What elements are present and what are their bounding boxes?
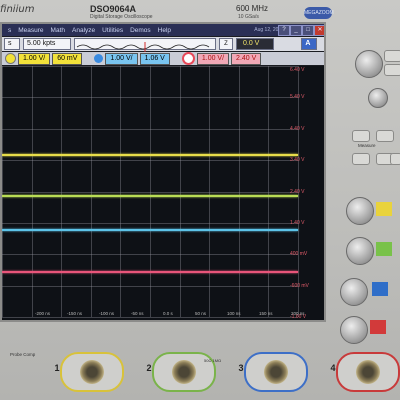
menu-measure[interactable]: Measure [18, 27, 43, 34]
model-name: DSO9064A [90, 4, 137, 14]
channel-bar: 1.00 V/ 60 mV 1.00 V/ 1.06 V 1.00 V/ 2.4… [2, 52, 324, 65]
probe-comp-label: Probe Comp [10, 352, 36, 357]
graticule-horizontal-line [2, 66, 298, 67]
sample-rate-label: 10 GSa/s [238, 14, 259, 20]
bnc-connector-icon [264, 360, 288, 384]
panel-button[interactable] [384, 50, 400, 62]
graticule-horizontal-line [2, 129, 298, 130]
waveform-trace-ch2 [2, 195, 298, 197]
acquisition-toolbar: s 5.00 kpts Z 0.0 V A [2, 37, 324, 52]
panel-button[interactable] [352, 153, 370, 165]
waveform-trace-ch4 [2, 271, 298, 273]
menu-demos[interactable]: Demos [130, 27, 151, 34]
horizontal-scale-knob[interactable] [355, 50, 383, 78]
channel-1-input[interactable] [60, 352, 124, 392]
panel-button[interactable] [352, 130, 370, 142]
scope-screen: s Measure Math Analyze Utilities Demos H… [0, 22, 326, 322]
waveform-display[interactable]: ◀ ■ ▶ 6.40 V5.40 V4.40 V3.40 V2.40 V1.40… [2, 66, 324, 320]
help-window-button[interactable]: ? [278, 25, 290, 36]
memory-depth-field[interactable]: 5.00 kpts [23, 38, 71, 50]
time-axis-label: -200 ns [35, 311, 51, 316]
voltage-axis-label: 400 mV [290, 251, 308, 257]
graticule-horizontal-line [2, 223, 298, 224]
megazoom-badge: MEGAZOOM [304, 7, 334, 19]
bnc-connector-icon [172, 360, 196, 384]
timebase-field[interactable]: s [4, 38, 20, 50]
channel-4-scale-knob[interactable] [340, 316, 368, 344]
time-axis-label: -50 ns [131, 311, 144, 316]
channel-2-offset[interactable]: 1.06 V [139, 52, 170, 65]
panel-button[interactable] [384, 64, 400, 76]
bnc-connector-icon [356, 360, 380, 384]
channel-2-select-button[interactable] [376, 242, 392, 256]
graticule-horizontal-line [2, 286, 298, 287]
channel-3-input[interactable] [244, 352, 308, 392]
time-axis-label: -100 ns [99, 311, 115, 316]
close-button[interactable]: ✕ [314, 25, 324, 36]
menu-utilities[interactable]: Utilities [102, 27, 123, 34]
channel-4-input[interactable] [336, 352, 400, 392]
autoscale-button[interactable]: A [301, 38, 318, 50]
maximize-button[interactable]: □ [302, 25, 314, 36]
time-axis-label: 200 ns [291, 311, 305, 316]
waveform-trace-ch3 [2, 229, 298, 231]
minimize-button[interactable]: _ [290, 25, 302, 36]
channel-3-indicator-icon[interactable] [181, 52, 195, 65]
graticule-horizontal-line [2, 160, 298, 161]
voltage-axis-label: 3.40 V [290, 157, 305, 163]
model-subtitle: Digital Storage Oscilloscope [90, 14, 153, 20]
position-knob[interactable] [368, 88, 388, 108]
channel-2-scale[interactable]: 1.00 V/ [105, 52, 138, 65]
graticule-horizontal-line [2, 254, 298, 255]
channel-3-scale[interactable]: 1.00 V/ [196, 52, 230, 65]
voltage-axis-label: 5.40 V [290, 94, 305, 100]
channel-3-offset[interactable]: 2.40 V [231, 52, 262, 65]
menu-item[interactable]: s [8, 27, 11, 34]
channel-1-scale-knob[interactable] [346, 197, 374, 225]
brand-logo: finiium [0, 4, 35, 15]
bandwidth-label: 600 MHz [236, 4, 269, 13]
voltage-axis-label: 2.40 V [290, 189, 305, 195]
waveform-overview[interactable] [74, 38, 216, 52]
graticule-horizontal-line [2, 317, 298, 318]
input-rating-label: 50Ω 1MΩ [204, 358, 222, 363]
trigger-level-field[interactable]: 0.0 V [236, 38, 275, 50]
channel-4-select-button[interactable] [370, 320, 386, 334]
graticule-horizontal-line [2, 192, 298, 193]
measure-panel-label: Measure [358, 143, 376, 148]
channel-1-indicator-icon[interactable] [5, 53, 16, 64]
waveform-trace-ch1 [2, 154, 298, 156]
bnc-connector-icon [80, 360, 104, 384]
voltage-axis-label: 6.40 V [290, 67, 305, 73]
time-axis-label: 50 ns [195, 311, 207, 316]
panel-button[interactable] [390, 153, 400, 165]
channel-3-select-button[interactable] [372, 282, 388, 296]
voltage-axis-label: 1.40 V [290, 220, 305, 226]
menu-analyze[interactable]: Analyze [72, 27, 95, 34]
channel-2-scale-knob[interactable] [346, 237, 374, 265]
time-axis-label: 100 ns [227, 311, 241, 316]
channel-2-indicator-icon[interactable] [94, 54, 104, 63]
time-axis-label: 0.0 s [163, 311, 173, 316]
channel-3-scale-knob[interactable] [340, 278, 368, 306]
time-axis-label: -150 ns [67, 311, 83, 316]
channel-1-offset[interactable]: 60 mV [52, 52, 83, 65]
voltage-axis-label: 4.40 V [290, 126, 305, 132]
time-axis-label: 150 ns [259, 311, 273, 316]
voltage-axis-label: -600 mV [290, 283, 309, 289]
menu-help[interactable]: Help [158, 27, 171, 34]
menu-bar: s Measure Math Analyze Utilities Demos H… [2, 24, 324, 36]
menu-math[interactable]: Math [51, 27, 65, 34]
channel-1-scale[interactable]: 1.00 V/ [18, 52, 51, 65]
channel-1-select-button[interactable] [376, 202, 392, 216]
trigger-slope-icon[interactable]: Z [219, 38, 233, 50]
graticule-horizontal-line [2, 97, 298, 98]
panel-button[interactable] [376, 130, 394, 142]
overview-wave-icon [76, 42, 210, 52]
